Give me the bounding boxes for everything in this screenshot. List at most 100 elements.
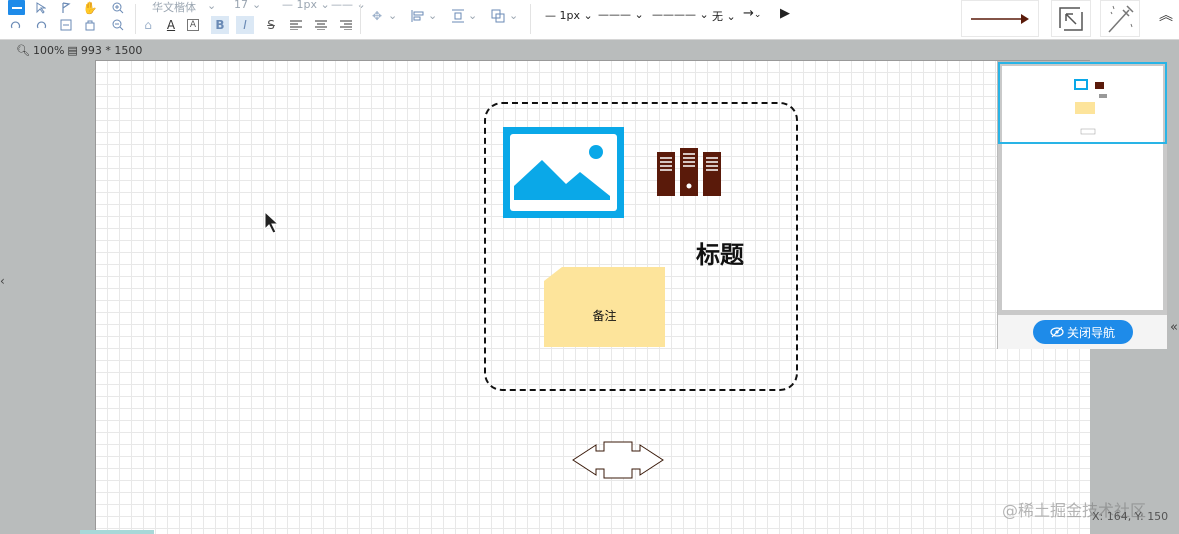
align-left-icon — [290, 20, 302, 30]
expand-left-panel-icon[interactable]: ‹ — [0, 274, 5, 288]
line-width-select[interactable]: — 1px ⌄ — [282, 0, 330, 11]
zoom-in-icon — [112, 2, 124, 14]
text-background-button[interactable]: A — [187, 19, 199, 31]
text-color-button[interactable]: A — [163, 17, 179, 33]
font-family-select[interactable]: 华文楷体 — [152, 0, 196, 15]
title-text[interactable]: 标题 — [696, 235, 744, 270]
line-width-value: 1px — [296, 0, 318, 11]
fill-color-button[interactable]: ⌂ — [140, 17, 156, 33]
double-arrow-shape[interactable] — [572, 441, 664, 479]
double-chevron-up-icon: ︽ — [1159, 8, 1173, 24]
align-center-icon — [315, 20, 327, 30]
magnifier-icon: 🔍︎ — [16, 43, 30, 57]
hand-icon: ✋ — [82, 1, 98, 15]
pointer-button[interactable] — [33, 0, 49, 16]
text-background-icon: A — [189, 19, 197, 30]
toolbar-separator — [135, 4, 136, 34]
zoom-level: 100% — [32, 43, 65, 57]
zoom-out-button[interactable] — [110, 17, 126, 33]
text-color-icon: A — [166, 18, 176, 32]
select-area-button[interactable] — [1051, 0, 1091, 37]
toolbar-separator — [530, 4, 531, 34]
flag-pointer-button[interactable] — [58, 0, 74, 16]
toolbar: ✋ 华文楷体 ⌄ 17 ⌄ — 1px ⌄ —— ⌄ ⌂ A A B I S ✥… — [0, 0, 1179, 40]
bold-button[interactable]: B — [211, 16, 229, 34]
pointer-icon — [36, 2, 46, 14]
clear-button[interactable] — [82, 17, 98, 33]
page-size: 993 * 1500 — [80, 43, 143, 57]
strikethrough-icon: S — [267, 18, 275, 32]
arrow-right-icon — [971, 13, 1029, 24]
layer-icon — [491, 9, 505, 23]
distribute-button[interactable] — [450, 8, 466, 24]
layer-button[interactable] — [490, 8, 506, 24]
move-chevron-icon: ⌄ — [388, 9, 398, 22]
align-left-button[interactable] — [288, 17, 304, 33]
flag-pointer-icon — [62, 2, 71, 13]
dash-style-select[interactable]: ——— ⌄ — [598, 8, 644, 21]
undo-icon — [10, 21, 21, 29]
move-icon: ✥ — [371, 9, 383, 23]
end-arrow-select[interactable]: →⌄ — [743, 6, 761, 21]
navigator-panel: 关闭导航 — [997, 61, 1168, 349]
align-right-icon — [340, 20, 352, 30]
strikethrough-button[interactable]: S — [263, 17, 279, 33]
delete-icon — [60, 19, 72, 31]
move-button[interactable]: ✥ — [369, 8, 385, 24]
hand-button[interactable]: ✋ — [82, 0, 98, 16]
delete-button[interactable] — [58, 17, 74, 33]
expand-right-panel-icon[interactable]: « — [1170, 320, 1178, 335]
collapse-toolbar-button[interactable]: ︽ — [1158, 8, 1174, 24]
line-style-value: 1px — [559, 9, 581, 22]
zoom-in-button[interactable] — [110, 0, 126, 16]
distribute-chevron-icon: ⌄ — [468, 9, 478, 22]
line-style-select[interactable]: — 1px ⌄ — [545, 9, 593, 22]
server-icon[interactable] — [656, 148, 722, 198]
connector-style-select[interactable]: ———— ⌄ — [652, 8, 709, 21]
close-navigator-button[interactable]: 关闭导航 — [1032, 320, 1133, 344]
redo-button[interactable] — [33, 17, 49, 33]
paint-bucket-icon: ⌂ — [144, 18, 152, 32]
image-icon — [514, 145, 610, 200]
navigator-footer: 关闭导航 — [998, 315, 1167, 349]
align-objects-button[interactable] — [410, 8, 426, 24]
font-size-select[interactable]: 17 — [234, 0, 248, 11]
image-shape[interactable] — [503, 127, 624, 218]
status-bar: 🔍︎ 100% ▤ 993 * 1500 — [0, 40, 1000, 60]
magic-wand-icon — [1108, 4, 1134, 33]
cursor-coordinates: X: 164, Y: 150 — [1092, 510, 1169, 523]
connector-preview-button[interactable] — [961, 0, 1039, 37]
horizontal-scrollbar[interactable] — [80, 530, 154, 534]
magic-wand-button[interactable] — [1100, 0, 1140, 37]
zoom-out-icon — [112, 19, 124, 31]
bold-icon: B — [215, 18, 225, 32]
align-right-button[interactable] — [338, 17, 354, 33]
start-arrow-value: 无 — [712, 10, 723, 23]
font-size-chevron-icon: ⌄ — [252, 0, 262, 11]
image-placeholder — [510, 134, 617, 211]
align-center-button[interactable] — [313, 17, 329, 33]
redo-icon — [36, 21, 47, 29]
note-text[interactable]: 备注 — [544, 307, 665, 324]
start-arrow-select[interactable]: 无 ⌄ — [712, 8, 736, 24]
italic-icon: I — [243, 18, 247, 32]
mouse-cursor-icon — [264, 211, 280, 234]
select-icon — [11, 6, 22, 9]
arrow-type-select[interactable]: ▶ — [780, 6, 790, 21]
clear-icon — [85, 20, 95, 31]
toolbar-separator — [360, 4, 361, 34]
distribute-icon — [452, 9, 464, 23]
undo-button[interactable] — [8, 17, 24, 33]
layer-chevron-icon: ⌄ — [509, 9, 519, 22]
close-navigator-label: 关闭导航 — [1066, 325, 1115, 340]
select-area-icon — [1059, 6, 1083, 31]
font-family-chevron-icon: ⌄ — [207, 0, 217, 12]
navigator-viewport[interactable] — [998, 62, 1167, 144]
align-chevron-icon: ⌄ — [428, 9, 438, 22]
page-icon: ▤ — [67, 43, 78, 57]
italic-button[interactable]: I — [236, 16, 254, 34]
select-tool-button[interactable] — [8, 0, 25, 15]
align-objects-icon — [411, 10, 424, 22]
drawing-canvas[interactable]: 标题 备注 — [95, 60, 1090, 534]
eye-slash-icon — [1050, 326, 1064, 338]
